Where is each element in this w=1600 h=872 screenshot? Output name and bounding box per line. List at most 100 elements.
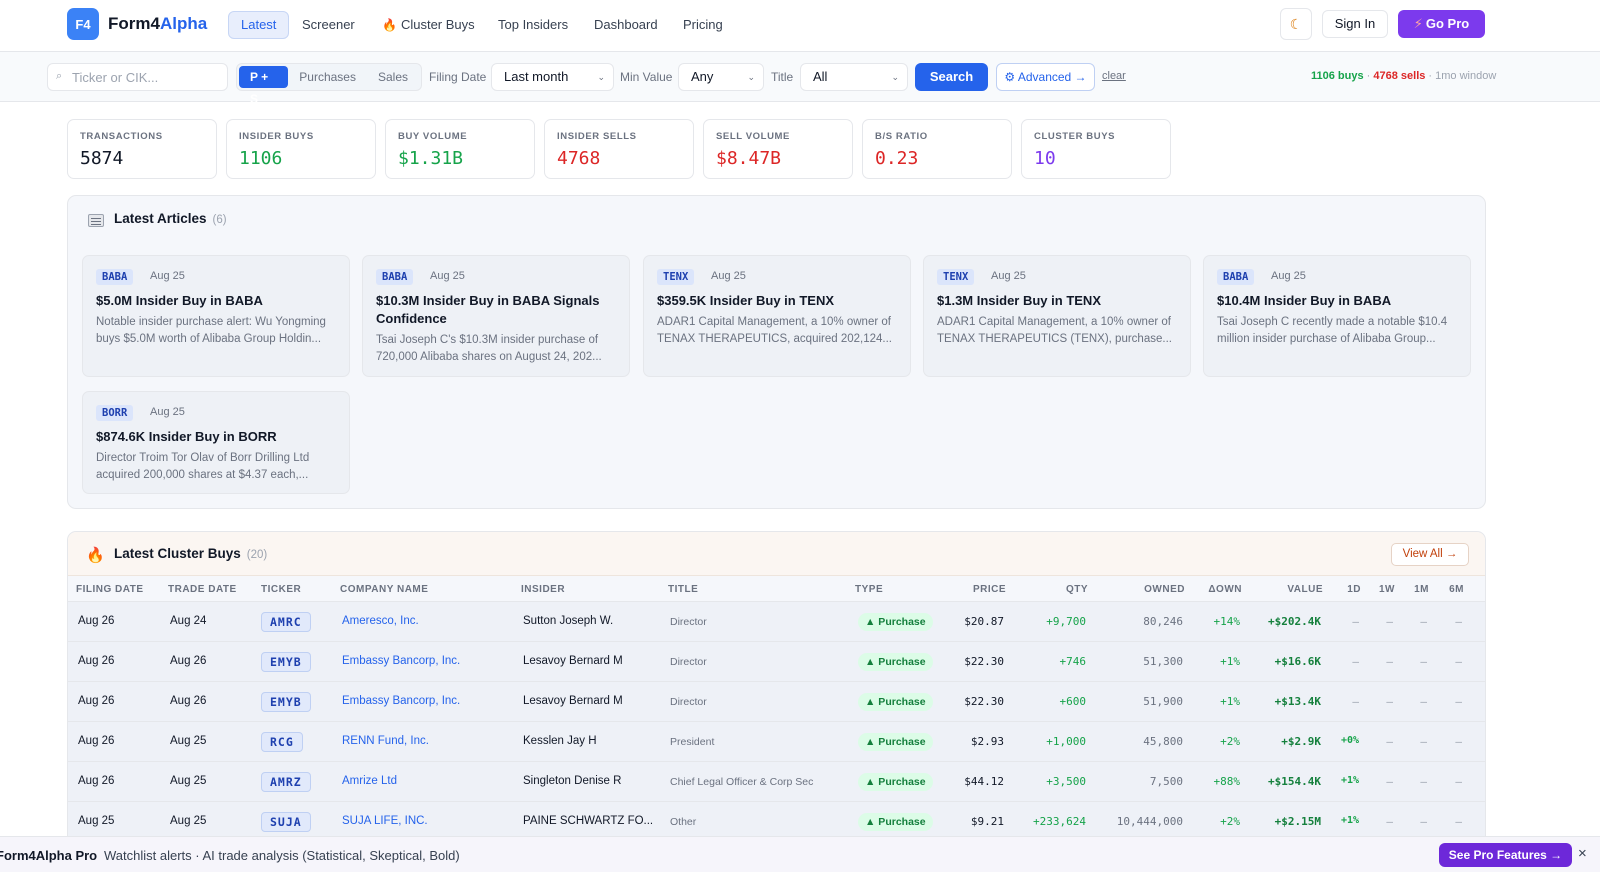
quantity: +233,624	[1033, 815, 1086, 828]
article-card[interactable]: BORR Aug 25 $874.6K Insider Buy in BORR Dir…	[82, 391, 350, 494]
filing-date: Aug 26	[78, 615, 115, 627]
article-card[interactable]: BABA Aug 25 $10.3M Insider Buy in BABA Sig…	[362, 255, 630, 377]
ticker-input[interactable]	[72, 67, 222, 87]
ticker-tag[interactable]: BORR	[96, 405, 134, 421]
article-card[interactable]: TENX Aug 25 $359.5K Insider Buy in TENX ADA…	[643, 255, 911, 377]
column-header[interactable]: TRADE DATE	[168, 584, 237, 595]
go-pro-button[interactable]: ⚡ Go Pro	[1398, 10, 1485, 38]
ticker-search-field[interactable]: ⌕	[47, 63, 228, 91]
column-header[interactable]: 1D	[1347, 584, 1361, 595]
insider-name[interactable]: Kesslen Jay H	[523, 735, 597, 747]
article-title[interactable]: $874.6K Insider Buy in BORR	[96, 428, 341, 446]
column-header[interactable]: VALUE	[1287, 584, 1323, 595]
nav-pricing[interactable]: Pricing	[671, 11, 735, 39]
ticker-badge[interactable]: AMRC	[261, 612, 311, 632]
brand-name[interactable]: Form4Alpha	[108, 14, 207, 34]
logo-icon[interactable]: F4	[67, 8, 99, 40]
theme-toggle-button[interactable]: ☾	[1280, 8, 1312, 40]
table-row[interactable]: Aug 26 Aug 24 AMRC Ameresco, Inc. Sutton Jos…	[68, 602, 1485, 642]
ownership-change: +1%	[1220, 695, 1240, 708]
sign-in-button[interactable]: Sign In	[1322, 10, 1388, 38]
ticker-tag[interactable]: BABA	[1217, 269, 1255, 285]
ticker-tag[interactable]: BABA	[96, 269, 134, 285]
ticker-tag[interactable]: TENX	[657, 269, 695, 285]
column-header[interactable]: FILING DATE	[76, 584, 144, 595]
stat-label: TRANSACTIONS	[80, 131, 163, 142]
return-1d: —	[1352, 695, 1359, 708]
top-navigation: F4 Form4Alpha Latest Screener 🔥 Cluster B…	[0, 0, 1600, 52]
shares-owned: 51,900	[1143, 695, 1183, 708]
ticker-tag[interactable]: TENX	[937, 269, 975, 285]
cluster-buys-title: Latest Cluster Buys (20)	[114, 546, 267, 561]
column-header[interactable]: QTY	[1066, 584, 1088, 595]
table-row[interactable]: Aug 26 Aug 26 EMYB Embassy Bancorp, Inc. Les…	[68, 642, 1485, 682]
fire-icon: 🔥	[86, 547, 105, 564]
insider-name[interactable]: PAINE SCHWARTZ FO...	[523, 815, 653, 827]
trade-value: +$202.4K	[1268, 615, 1321, 628]
advanced-filters-button[interactable]: ⚙ Advanced →	[996, 63, 1095, 91]
insider-title: Other	[670, 816, 697, 828]
return-1d: —	[1352, 615, 1359, 628]
nav-dashboard[interactable]: Dashboard	[582, 11, 670, 39]
search-button[interactable]: Search	[915, 63, 988, 91]
company-link[interactable]: Amrize Ltd	[342, 775, 397, 787]
article-card[interactable]: BABA Aug 25 $5.0M Insider Buy in BABA Notab…	[82, 255, 350, 377]
column-header[interactable]: 1M	[1414, 584, 1429, 595]
ticker-badge[interactable]: SUJA	[261, 812, 311, 832]
purchase-badge: ▲ Purchase	[858, 613, 933, 631]
insider-name[interactable]: Singleton Denise R	[523, 775, 621, 787]
return-1d: +1%	[1340, 815, 1359, 826]
table-row[interactable]: Aug 26 Aug 25 RCG RENN Fund, Inc. Kesslen Ja…	[68, 722, 1485, 762]
segment-all[interactable]: P + S	[239, 66, 289, 106]
segment-sales[interactable]: Sales	[367, 66, 419, 88]
company-link[interactable]: Embassy Bancorp, Inc.	[342, 695, 460, 707]
articles-title-text: Latest Articles	[114, 211, 207, 226]
close-icon[interactable]: ×	[1578, 845, 1587, 862]
company-link[interactable]: Embassy Bancorp, Inc.	[342, 655, 460, 667]
segment-purchases[interactable]: Purchases	[288, 66, 367, 88]
table-row[interactable]: Aug 26 Aug 26 EMYB Embassy Bancorp, Inc. Les…	[68, 682, 1485, 722]
company-link[interactable]: SUJA LIFE, INC.	[342, 815, 428, 827]
shares-owned: 45,800	[1143, 735, 1183, 748]
view-all-button[interactable]: View All →	[1391, 543, 1469, 566]
article-title[interactable]: $5.0M Insider Buy in BABA	[96, 292, 341, 310]
nav-cluster-buys[interactable]: 🔥 Cluster Buys	[370, 11, 487, 39]
column-header[interactable]: ΔOWN	[1208, 584, 1242, 595]
article-title[interactable]: $359.5K Insider Buy in TENX	[657, 292, 902, 310]
column-header[interactable]: OWNED	[1144, 584, 1185, 595]
article-title[interactable]: $10.4M Insider Buy in BABA	[1217, 292, 1462, 310]
company-link[interactable]: RENN Fund, Inc.	[342, 735, 429, 747]
column-header[interactable]: TITLE	[668, 584, 698, 595]
table-row[interactable]: Aug 26 Aug 25 AMRZ Amrize Ltd Singleton Deni…	[68, 762, 1485, 802]
article-date: Aug 25	[991, 270, 1026, 282]
article-title[interactable]: $1.3M Insider Buy in TENX	[937, 292, 1182, 310]
company-link[interactable]: Ameresco, Inc.	[342, 615, 419, 627]
insider-name[interactable]: Sutton Joseph W.	[523, 615, 613, 627]
column-header[interactable]: INSIDER	[521, 584, 565, 595]
title-select[interactable]: All ⌄	[800, 63, 908, 91]
column-header[interactable]: TICKER	[261, 584, 301, 595]
ticker-badge[interactable]: AMRZ	[261, 772, 311, 792]
min-value-select[interactable]: Any ⌄	[678, 63, 764, 91]
article-card[interactable]: TENX Aug 25 $1.3M Insider Buy in TENX ADAR1…	[923, 255, 1191, 377]
nav-screener[interactable]: Screener	[290, 11, 367, 39]
insider-name[interactable]: Lesavoy Bernard M	[523, 695, 623, 707]
article-title[interactable]: $10.3M Insider Buy in BABA Signals Confi…	[376, 292, 621, 328]
insider-name[interactable]: Lesavoy Bernard M	[523, 655, 623, 667]
clear-filters-link[interactable]: clear	[1102, 70, 1126, 82]
ticker-badge[interactable]: EMYB	[261, 692, 311, 712]
nav-latest[interactable]: Latest	[228, 11, 290, 39]
ticker-tag[interactable]: BABA	[376, 269, 414, 285]
see-pro-features-button[interactable]: See Pro Features →	[1439, 843, 1572, 867]
article-card[interactable]: BABA Aug 25 $10.4M Insider Buy in BABA Tsai…	[1203, 255, 1471, 377]
nav-top-insiders[interactable]: Top Insiders	[486, 11, 580, 39]
stat-card: SELL VOLUME $8.47B	[703, 119, 853, 179]
ticker-badge[interactable]: RCG	[261, 732, 303, 752]
column-header[interactable]: COMPANY NAME	[340, 584, 428, 595]
filing-date-select[interactable]: Last month ⌄	[491, 63, 614, 91]
column-header[interactable]: TYPE	[855, 584, 883, 595]
ticker-badge[interactable]: EMYB	[261, 652, 311, 672]
column-header[interactable]: 1W	[1379, 584, 1395, 595]
column-header[interactable]: PRICE	[973, 584, 1006, 595]
column-header[interactable]: 6M	[1449, 584, 1464, 595]
